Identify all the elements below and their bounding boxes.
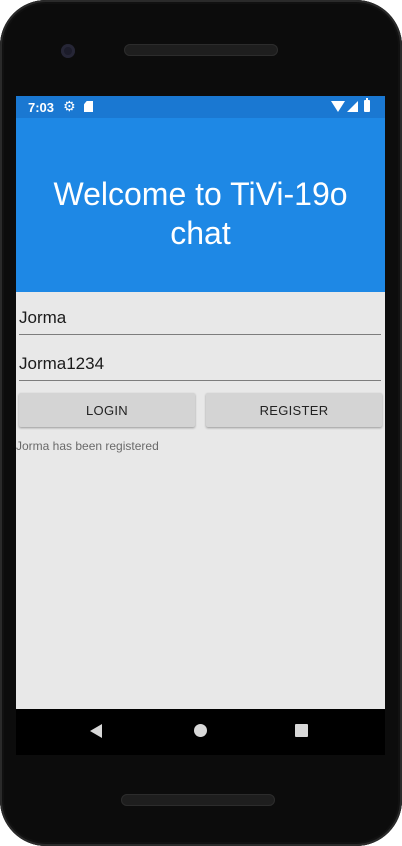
wifi-icon (331, 101, 345, 112)
login-button[interactable]: LOGIN (19, 393, 195, 427)
username-field[interactable] (19, 301, 381, 335)
bottom-speaker (121, 794, 275, 806)
status-time: 7:03 (28, 100, 55, 115)
signal-icon (347, 101, 358, 112)
app-screen: 7:03 ⚙ Welcome to TiVi-19o chat LOGIN RE… (16, 96, 385, 709)
password-field[interactable] (19, 347, 381, 381)
recents-icon[interactable] (295, 724, 308, 737)
phone-frame: 7:03 ⚙ Welcome to TiVi-19o chat LOGIN RE… (0, 0, 402, 846)
gear-icon: ⚙ (63, 98, 76, 114)
front-camera (61, 44, 75, 58)
status-message: Jorma has been registered (16, 439, 159, 453)
back-icon[interactable] (90, 724, 102, 738)
home-icon[interactable] (194, 724, 207, 737)
status-bar: 7:03 ⚙ (16, 96, 385, 118)
earpiece-speaker (124, 44, 278, 56)
sd-card-icon (84, 101, 93, 112)
register-button[interactable]: REGISTER (206, 393, 382, 427)
app-header: Welcome to TiVi-19o chat (16, 118, 385, 292)
navigation-bar (16, 709, 385, 755)
battery-icon (364, 98, 370, 112)
page-title: Welcome to TiVi-19o chat (53, 176, 348, 251)
